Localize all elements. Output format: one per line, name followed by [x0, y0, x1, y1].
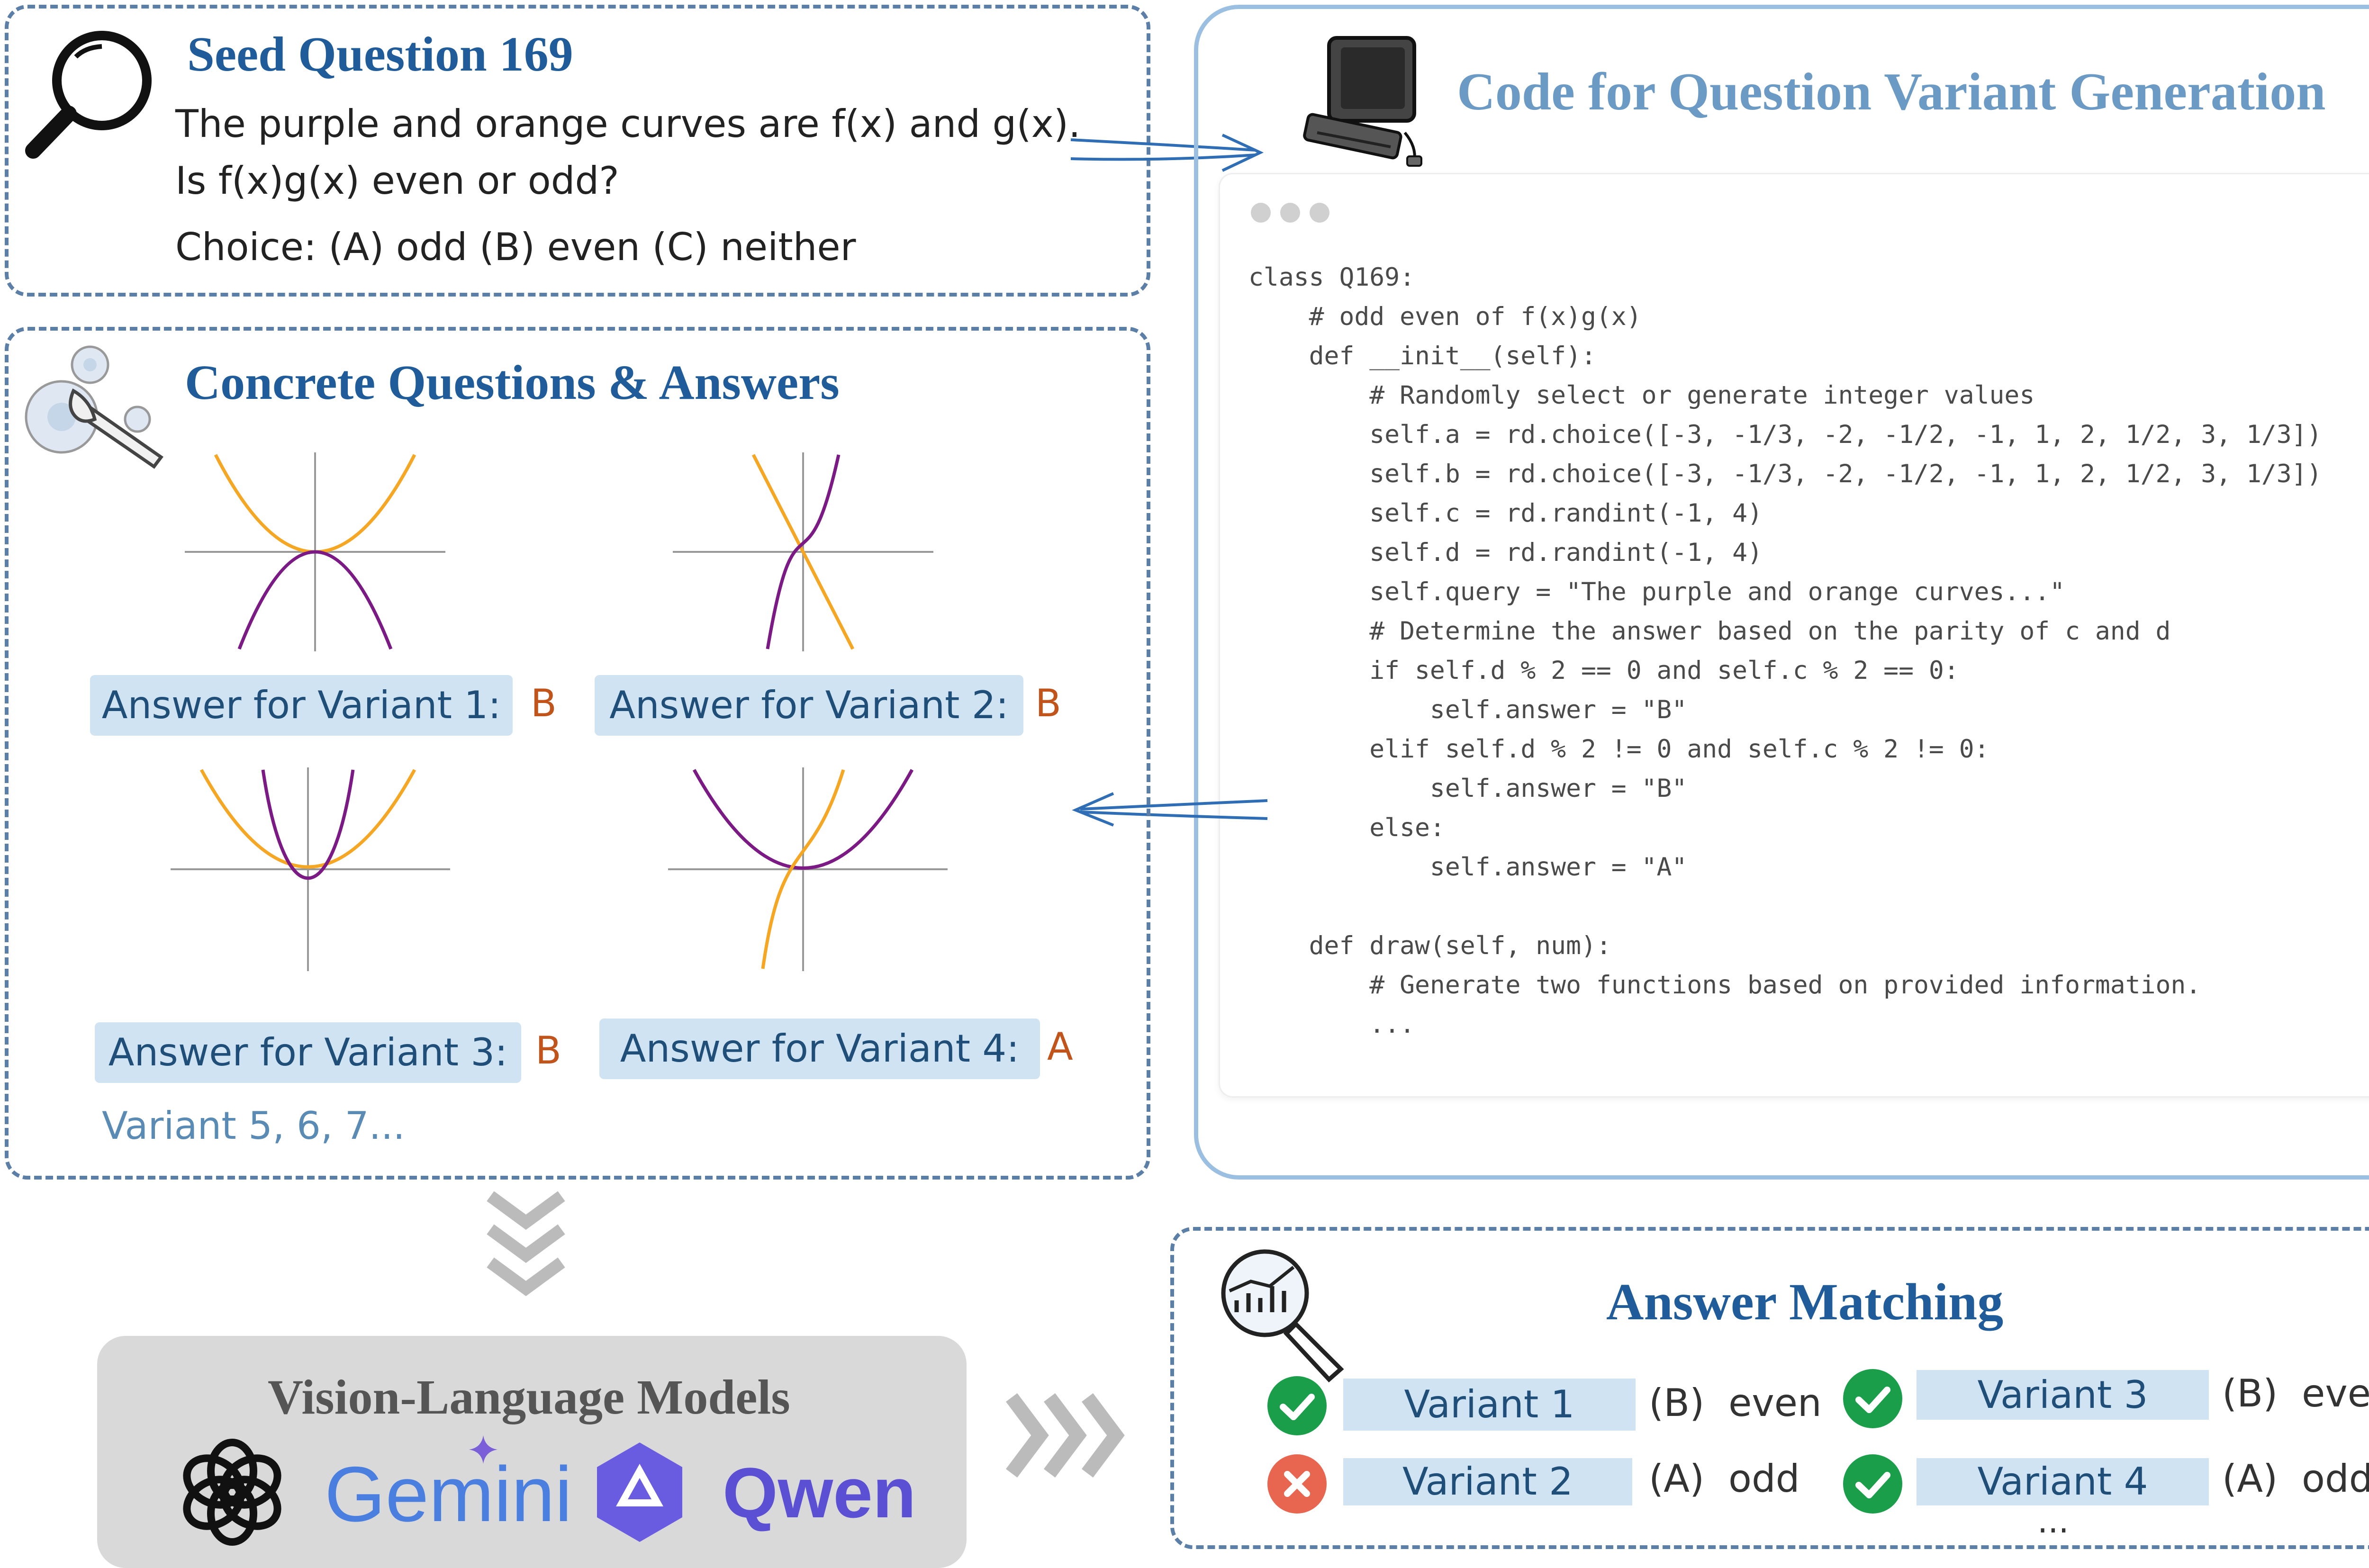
gemini-sparkle-icon: [469, 1435, 497, 1464]
code-line: # Determine the answer based on the pari…: [1248, 617, 2171, 646]
code-line: # Randomly select or generate integer va…: [1248, 381, 2035, 410]
variant-3-chip: Variant 3: [1917, 1370, 2209, 1420]
matching-title: Answer Matching: [1606, 1273, 2004, 1331]
qwen-logo: [597, 1442, 682, 1542]
code-line: self.answer = "A": [1248, 853, 1687, 882]
concrete-title: Concrete Questions & Answers: [185, 355, 840, 410]
code-line: class Q169:: [1248, 263, 1415, 292]
seed-choices: Choice: (A) odd (B) even (C) neither: [175, 225, 856, 269]
correct-icon: [1843, 1454, 1902, 1514]
variant-4-chip: Variant 4: [1917, 1458, 2209, 1505]
variant-4-result: (A) odd: [2222, 1457, 2369, 1501]
code-line: self.b = rd.choice([-3, -1/3, -2, -1/2, …: [1248, 460, 2322, 488]
magnifier-icon: [25, 31, 152, 159]
chevron-right-icon: [1006, 1393, 1125, 1478]
variant-1-plot: [185, 452, 445, 651]
chevron-down-icon: [487, 1191, 565, 1297]
window-dot: [1251, 203, 1271, 223]
code-panel-title: Code for Question Variant Generation: [1457, 63, 2326, 121]
seed-question-line1: The purple and orange curves are f(x) an…: [175, 102, 1081, 146]
code-line: # Generate two functions based on provid…: [1248, 971, 2201, 1000]
chart-magnifier-icon: [1221, 1249, 1344, 1383]
more-matches-ellipsis: ...: [2037, 1502, 2069, 1541]
code-line: # odd even of f(x)g(x): [1248, 302, 1642, 331]
more-variants-text: Variant 5, 6, 7...: [102, 1104, 405, 1148]
variant-3-plot: [171, 767, 450, 971]
code-line: def draw(self, num):: [1248, 931, 1611, 960]
code-block: class Q169: # odd even of f(x)g(x) def _…: [1248, 263, 2369, 1068]
code-line: self.a = rd.choice([-3, -1/3, -2, -1/2, …: [1248, 420, 2322, 449]
variant-2-answer-value: B: [1035, 681, 1061, 725]
window-dot: [1280, 203, 1300, 223]
seed-title: Seed Question 169: [187, 27, 573, 81]
correct-icon: [1267, 1376, 1327, 1435]
variant-4-plot: [668, 767, 948, 971]
variant-3-answer-value: B: [535, 1028, 561, 1072]
variant-2-plot: [673, 452, 933, 651]
code-line: def __init__(self):: [1248, 342, 1596, 370]
code-line: elif self.d % 2 != 0 and self.c % 2 != 0…: [1248, 735, 1989, 764]
variant-1-answer-value: B: [531, 681, 557, 725]
openai-logo: [183, 1439, 281, 1546]
gears-icon: [25, 345, 163, 469]
code-line: ...: [1248, 1010, 1415, 1039]
variant-1-result: (B) even: [1649, 1381, 1822, 1425]
variant-4-answer-label: Answer for Variant 4:: [599, 1018, 1040, 1079]
variant-2-result: (A) odd: [1649, 1457, 1800, 1501]
code-line: self.answer = "B": [1248, 774, 1687, 803]
variant-2-answer-label: Answer for Variant 2:: [595, 675, 1023, 736]
code-line: if self.d % 2 == 0 and self.c % 2 == 0:: [1248, 656, 1959, 685]
vlm-title: Vision-Language Models: [268, 1370, 790, 1424]
seed-question-line2: Is f(x)g(x) even or odd?: [175, 159, 619, 203]
code-line: self.c = rd.randint(-1, 4): [1248, 499, 1763, 528]
code-line: self.query = "The purple and orange curv…: [1248, 577, 2065, 606]
code-line: self.d = rd.randint(-1, 4): [1248, 538, 1763, 567]
wrong-icon: [1267, 1454, 1327, 1514]
variant-1-chip: Variant 1: [1343, 1379, 1636, 1431]
variant-2-chip: Variant 2: [1343, 1458, 1632, 1505]
gemini-logo: Gemini: [325, 1451, 572, 1538]
code-line: else:: [1248, 813, 1445, 842]
qwen-wordmark: Qwen: [723, 1453, 916, 1532]
variant-1-answer-label: Answer for Variant 1:: [90, 675, 513, 736]
computer-icon: [1303, 36, 1422, 167]
variant-3-result: (B) even: [2222, 1371, 2369, 1415]
variant-4-answer-value: A: [1047, 1025, 1073, 1069]
variant-3-answer-label: Answer for Variant 3:: [95, 1022, 521, 1083]
correct-icon: [1843, 1369, 1902, 1428]
code-line: self.answer = "B": [1248, 695, 1687, 724]
window-dot: [1310, 203, 1329, 223]
